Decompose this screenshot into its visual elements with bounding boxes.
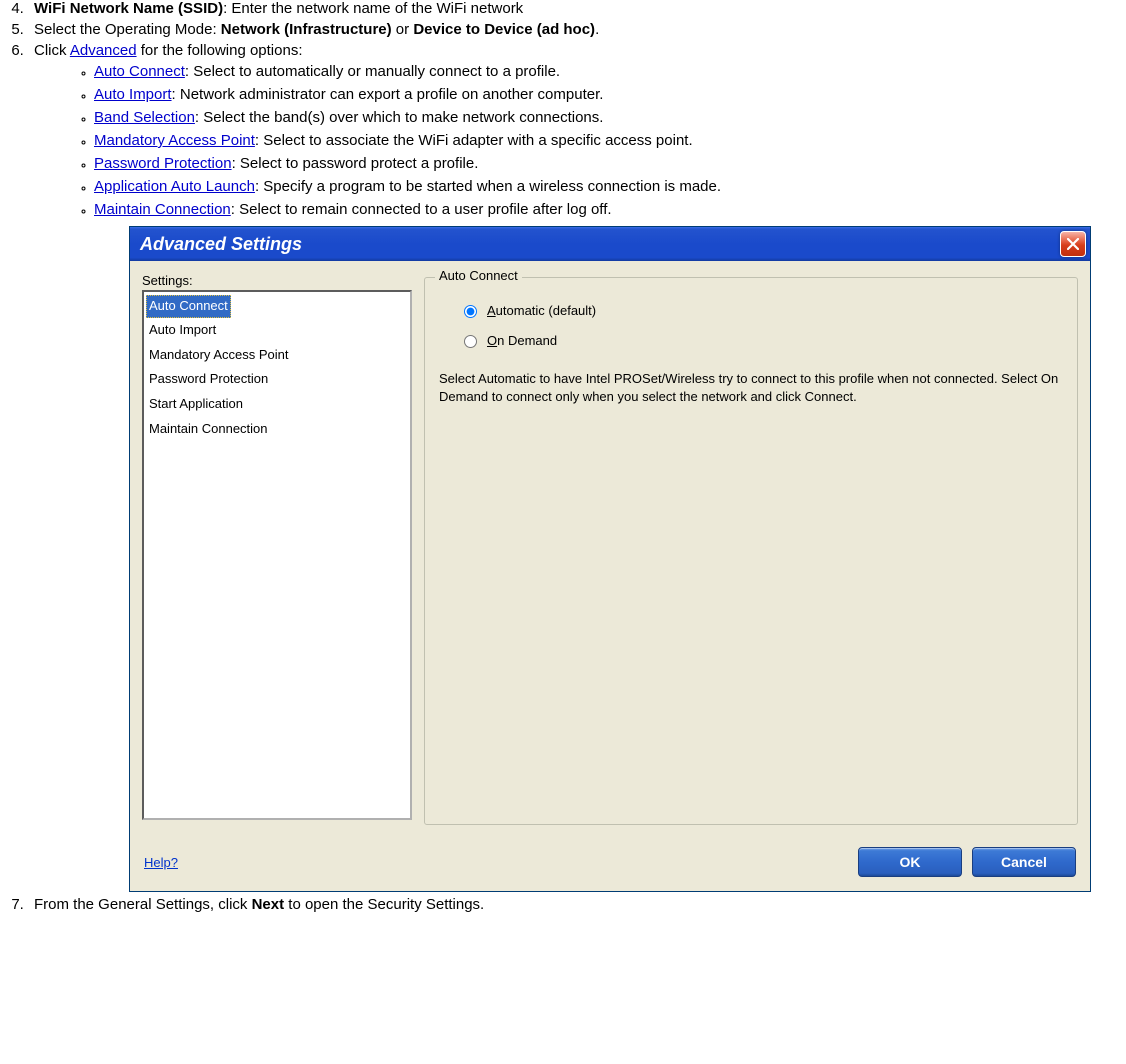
settings-listbox[interactable]: Auto Connect Auto Import Mandatory Acces… (142, 290, 412, 820)
auto-import-link[interactable]: Auto Import (94, 86, 172, 103)
auto-import-desc: : Network administrator can export a pro… (172, 86, 604, 103)
step-5-b2: Device to Device (ad hoc) (413, 21, 595, 38)
radio-automatic-underline: A (487, 303, 496, 318)
help-link[interactable]: Help? (144, 855, 178, 870)
mandatory-access-point-desc: : Select to associate the WiFi adapter w… (255, 132, 693, 149)
step-6: Click Advanced for the following options… (28, 42, 1126, 892)
advanced-link[interactable]: Advanced (70, 42, 137, 59)
sub-application-auto-launch: Application Auto Launch: Specify a progr… (94, 178, 1126, 195)
cancel-button[interactable]: Cancel (972, 847, 1076, 877)
dialog-titlebar: Advanced Settings (130, 227, 1090, 261)
ok-button[interactable]: OK (858, 847, 962, 877)
radio-on-demand[interactable]: On Demand (459, 332, 1063, 348)
step-4-text: : Enter the network name of the WiFi net… (223, 0, 523, 17)
step-5-end: . (595, 21, 599, 38)
radio-on-demand-underline: O (487, 333, 497, 348)
list-item-auto-connect[interactable]: Auto Connect (146, 295, 231, 318)
radio-automatic-input[interactable] (464, 305, 477, 318)
radio-automatic[interactable]: Automatic (default) (459, 302, 1063, 318)
mandatory-access-point-link[interactable]: Mandatory Access Point (94, 132, 255, 149)
dialog-title: Advanced Settings (140, 234, 302, 255)
step-5-mid: or (392, 21, 414, 38)
auto-connect-desc: : Select to automatically or manually co… (185, 63, 560, 80)
list-item-password-protection[interactable]: Password Protection (145, 367, 409, 392)
sub-maintain-connection: Maintain Connection: Select to remain co… (94, 201, 1126, 218)
list-item-maintain-connection[interactable]: Maintain Connection (145, 417, 409, 442)
step-4-bold: WiFi Network Name (SSID) (34, 0, 223, 17)
sub-band-selection: Band Selection: Select the band(s) over … (94, 109, 1126, 126)
radio-on-demand-input[interactable] (464, 335, 477, 348)
band-selection-link[interactable]: Band Selection (94, 109, 195, 126)
step-6-pre: Click (34, 42, 70, 59)
step-7: From the General Settings, click Next to… (28, 896, 1126, 913)
step-4: WiFi Network Name (SSID): Enter the netw… (28, 0, 1126, 17)
step-7-pre: From the General Settings, click (34, 896, 252, 913)
band-selection-desc: : Select the band(s) over which to make … (195, 109, 604, 126)
sub-mandatory-access-point: Mandatory Access Point: Select to associ… (94, 132, 1126, 149)
application-auto-launch-link[interactable]: Application Auto Launch (94, 178, 255, 195)
step-5: Select the Operating Mode: Network (Infr… (28, 21, 1126, 38)
sub-password-protection: Password Protection: Select to password … (94, 155, 1126, 172)
step-5-b1: Network (Infrastructure) (221, 21, 392, 38)
step-7-bold: Next (252, 896, 285, 913)
list-item-start-application[interactable]: Start Application (145, 392, 409, 417)
sub-auto-connect: Auto Connect: Select to automatically or… (94, 63, 1126, 80)
auto-connect-link[interactable]: Auto Connect (94, 63, 185, 80)
settings-label: Settings: (142, 273, 412, 288)
radio-automatic-label: utomatic (default) (496, 303, 596, 318)
step-6-post: for the following options: (137, 42, 303, 59)
application-auto-launch-desc: : Specify a program to be started when a… (255, 178, 721, 195)
groupbox-title: Auto Connect (435, 268, 522, 283)
password-protection-desc: : Select to password protect a profile. (232, 155, 479, 172)
step-5-pre: Select the Operating Mode: (34, 21, 221, 38)
list-item-mandatory-access-point[interactable]: Mandatory Access Point (145, 343, 409, 368)
radio-on-demand-label: n Demand (497, 333, 557, 348)
password-protection-link[interactable]: Password Protection (94, 155, 232, 172)
list-item-auto-import[interactable]: Auto Import (145, 318, 409, 343)
advanced-settings-dialog: Advanced Settings Settings: Auto Connect… (129, 226, 1091, 892)
maintain-connection-link[interactable]: Maintain Connection (94, 201, 231, 218)
auto-connect-description: Select Automatic to have Intel PROSet/Wi… (439, 370, 1063, 405)
close-icon[interactable] (1060, 231, 1086, 257)
auto-connect-groupbox: Auto Connect Automatic (default) On Dema… (424, 277, 1078, 825)
sub-auto-import: Auto Import: Network administrator can e… (94, 86, 1126, 103)
step-7-post: to open the Security Settings. (284, 896, 484, 913)
maintain-connection-desc: : Select to remain connected to a user p… (231, 201, 612, 218)
